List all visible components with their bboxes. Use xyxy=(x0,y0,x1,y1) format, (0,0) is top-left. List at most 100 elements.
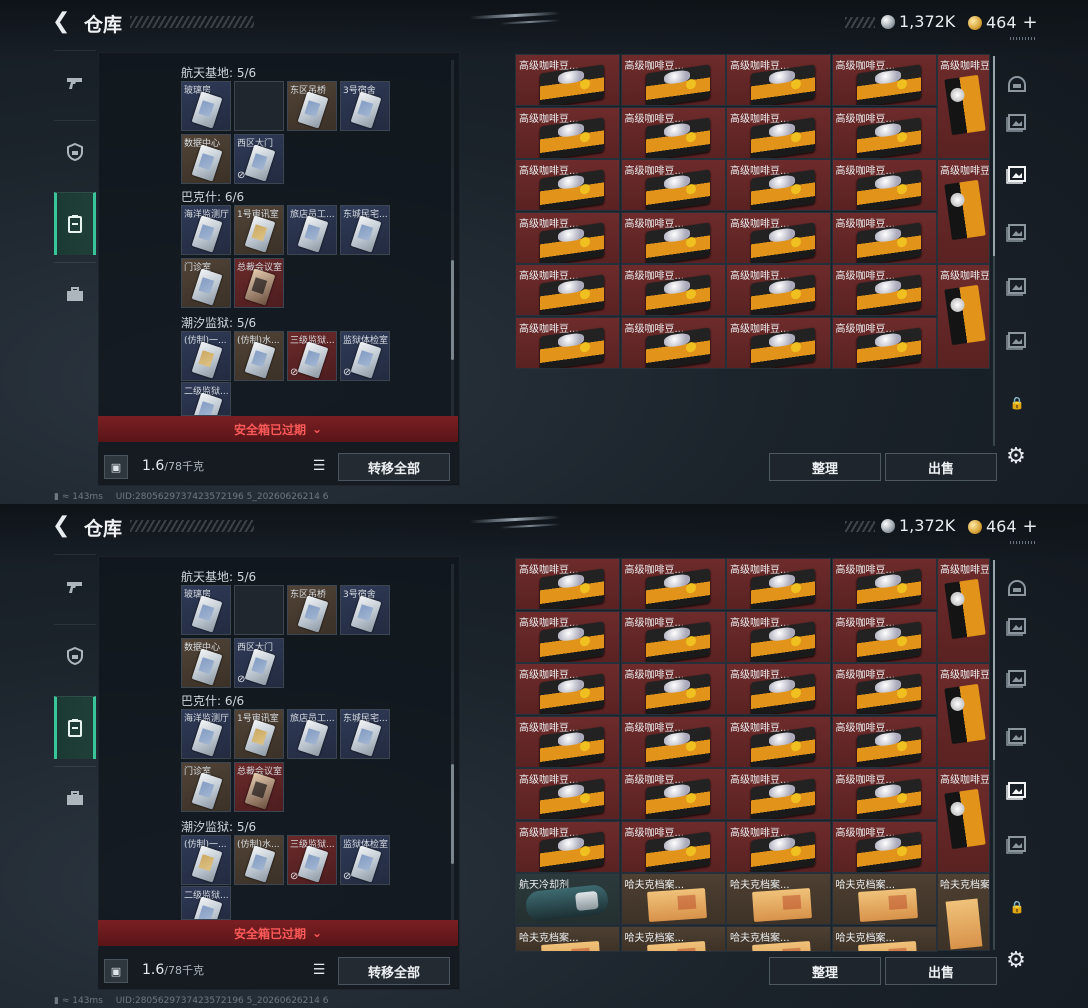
item-coffee-beans-large[interactable]: 高级咖啡豆 xyxy=(937,768,990,873)
tab-armor[interactable] xyxy=(54,120,96,183)
item-coffee-beans[interactable]: 高级咖啡豆... xyxy=(515,768,620,820)
page-v-icon[interactable] xyxy=(1002,776,1032,806)
item-coffee-beans-large[interactable]: 高级咖啡豆 xyxy=(937,159,990,264)
item-coffee-beans[interactable]: 高级咖啡豆... xyxy=(515,159,620,211)
key-card-slot[interactable]: 旅店员工... xyxy=(287,709,337,759)
item-coffee-beans[interactable]: 高级咖啡豆... xyxy=(515,54,620,106)
item-coffee-beans-large[interactable]: 高级咖啡豆 xyxy=(937,663,990,768)
page-vi-icon[interactable] xyxy=(1002,326,1032,356)
sell-button[interactable]: 出售 xyxy=(885,957,997,985)
key-card-slot[interactable]: 旅店员工... xyxy=(287,205,337,255)
key-card-slot[interactable]: 玻璃房 xyxy=(181,81,231,131)
item-coffee-beans[interactable]: 高级咖啡豆... xyxy=(515,715,620,768)
page-i-icon[interactable] xyxy=(1002,108,1032,138)
list-icon[interactable]: ☰ xyxy=(308,455,330,477)
transfer-all-button[interactable]: 转移全部 xyxy=(338,453,450,481)
key-card-slot[interactable]: 西区大门⊘ xyxy=(234,638,284,688)
key-card-slot[interactable]: (仿制)水... xyxy=(234,835,284,885)
item-coffee-beans[interactable]: 高级咖啡豆... xyxy=(515,610,620,663)
key-card-slot[interactable]: 东区吊桥 xyxy=(287,81,337,131)
item-coffee-beans[interactable]: 高级咖啡豆... xyxy=(515,264,620,316)
key-card-slot[interactable]: 3号宿舍 xyxy=(340,585,390,635)
item-coffee-beans[interactable]: 高级咖啡豆... xyxy=(726,106,831,159)
item-coffee-beans-large[interactable]: 高级咖啡豆 xyxy=(937,264,990,369)
page-iv-icon[interactable] xyxy=(1002,218,1032,248)
item-coffee-beans[interactable]: 高级咖啡豆... xyxy=(620,663,726,715)
item-harvk-file[interactable]: 哈夫克档案... xyxy=(831,873,937,925)
item-coffee-beans[interactable]: 高级咖啡豆... xyxy=(620,768,726,820)
item-coffee-beans[interactable]: 高级咖啡豆... xyxy=(831,54,937,106)
item-coffee-beans[interactable]: 高级咖啡豆... xyxy=(726,663,831,715)
key-card-slot[interactable]: 二级监狱... xyxy=(181,886,231,920)
key-card-slot[interactable]: 监狱体检室 ⊘ xyxy=(340,835,390,885)
item-coffee-beans[interactable]: 高级咖啡豆... xyxy=(515,106,620,159)
item-coffee-beans[interactable]: 高级咖啡豆... xyxy=(831,663,937,715)
gear-icon[interactable]: ⚙ xyxy=(1004,444,1028,469)
gold-currency[interactable]: 464 + xyxy=(968,516,1038,537)
key-card-slot[interactable]: 三级监狱... ⊘ xyxy=(287,331,337,381)
lock-icon[interactable]: 🔒 xyxy=(1002,892,1032,922)
item-coffee-beans[interactable]: 高级咖啡豆... xyxy=(831,106,937,159)
item-harvk-file[interactable]: 哈夫克档案... xyxy=(831,925,937,952)
key-card-slot[interactable]: (仿制)一... xyxy=(181,835,231,885)
item-coffee-beans[interactable]: 高级咖啡豆... xyxy=(831,768,937,820)
key-card-slot[interactable]: (仿制)水... xyxy=(234,331,284,381)
key-card-slot[interactable]: 总裁会议室 xyxy=(234,258,284,308)
helmet-icon[interactable] xyxy=(1002,572,1032,602)
sort-button[interactable]: 整理 xyxy=(769,453,881,481)
sort-button[interactable]: 整理 xyxy=(769,957,881,985)
item-coffee-beans[interactable]: 高级咖啡豆... xyxy=(726,558,831,610)
expired-banner[interactable]: 安全箱已过期 ⌄ xyxy=(98,416,458,442)
tab-weapons[interactable] xyxy=(54,50,96,113)
page-ii-icon[interactable] xyxy=(1002,664,1032,694)
item-coffee-beans[interactable]: 高级咖啡豆... xyxy=(515,316,620,369)
item-aerospace-coolant[interactable]: 航天冷却剂 xyxy=(515,873,620,925)
item-coffee-beans[interactable]: 高级咖啡豆... xyxy=(620,610,726,663)
key-card-slot[interactable]: 3号宿舍 xyxy=(340,81,390,131)
key-card-slot[interactable]: 西区大门⊘ xyxy=(234,134,284,184)
key-card-slot[interactable]: 东城民宅... xyxy=(340,205,390,255)
transfer-all-button[interactable]: 转移全部 xyxy=(338,957,450,985)
sell-button[interactable]: 出售 xyxy=(885,453,997,481)
item-coffee-beans[interactable]: 高级咖啡豆... xyxy=(620,211,726,264)
tab-tools[interactable] xyxy=(54,766,96,829)
item-coffee-beans[interactable]: 高级咖啡豆... xyxy=(831,211,937,264)
gold-currency[interactable]: 464 + xyxy=(968,12,1038,33)
item-coffee-beans[interactable]: 高级咖啡豆... xyxy=(620,106,726,159)
key-card-slot[interactable]: 三级监狱... ⊘ xyxy=(287,835,337,885)
tab-tools[interactable] xyxy=(54,262,96,325)
page-i-icon[interactable] xyxy=(1002,612,1032,642)
key-card-slot[interactable]: 数据中心 xyxy=(181,134,231,184)
item-coffee-beans[interactable]: 高级咖啡豆... xyxy=(620,264,726,316)
key-card-slot[interactable] xyxy=(234,585,284,635)
tab-weapons[interactable] xyxy=(54,554,96,617)
back-arrow-icon[interactable]: ❮ xyxy=(52,514,74,538)
key-card-slot[interactable]: 海洋监测厅 xyxy=(181,205,231,255)
expired-banner[interactable]: 安全箱已过期 ⌄ xyxy=(98,920,458,946)
item-harvk-file[interactable]: 哈夫克档案... xyxy=(726,925,831,952)
page-iv-icon[interactable] xyxy=(1002,722,1032,752)
key-card-slot[interactable]: 东城民宅... xyxy=(340,709,390,759)
page-ii-icon[interactable] xyxy=(1002,160,1032,190)
item-coffee-beans-large[interactable]: 高级咖啡豆 xyxy=(937,54,990,159)
item-coffee-beans[interactable]: 高级咖啡豆... xyxy=(620,316,726,369)
item-coffee-beans[interactable]: 高级咖啡豆... xyxy=(831,610,937,663)
item-coffee-beans[interactable]: 高级咖啡豆... xyxy=(726,159,831,211)
key-card-slot[interactable]: 东区吊桥 xyxy=(287,585,337,635)
item-coffee-beans-large[interactable]: 高级咖啡豆 xyxy=(937,558,990,663)
item-coffee-beans[interactable]: 高级咖啡豆... xyxy=(831,558,937,610)
tab-armor[interactable] xyxy=(54,624,96,687)
key-card-slot[interactable]: 门诊室 xyxy=(181,762,231,812)
item-coffee-beans[interactable]: 高级咖啡豆... xyxy=(726,264,831,316)
item-coffee-beans[interactable]: 高级咖啡豆... xyxy=(620,54,726,106)
grid-scroll-thumb[interactable] xyxy=(993,56,995,256)
item-coffee-beans[interactable]: 高级咖啡豆... xyxy=(831,159,937,211)
item-coffee-beans[interactable]: 高级咖啡豆... xyxy=(620,159,726,211)
item-coffee-beans[interactable]: 高级咖啡豆... xyxy=(831,264,937,316)
item-coffee-beans[interactable]: 高级咖啡豆... xyxy=(726,715,831,768)
item-coffee-beans[interactable]: 高级咖啡豆... xyxy=(726,768,831,820)
item-coffee-beans[interactable]: 高级咖啡豆... xyxy=(515,820,620,873)
key-card-slot[interactable]: 1号审讯室 xyxy=(234,709,284,759)
item-harvk-file[interactable]: 哈夫克档案... xyxy=(515,925,620,952)
key-card-slot[interactable]: 数据中心 xyxy=(181,638,231,688)
